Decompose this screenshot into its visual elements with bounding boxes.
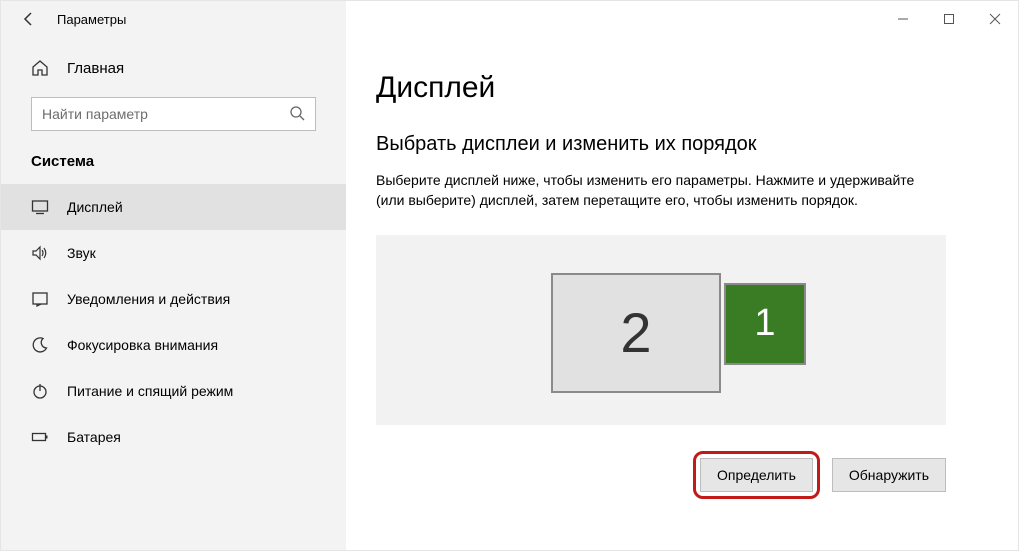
arrow-left-icon (20, 10, 38, 28)
monitor-1-label: 1 (754, 302, 775, 345)
minimize-icon (897, 13, 909, 25)
monitor-1[interactable]: 1 (724, 283, 806, 365)
close-icon (989, 13, 1001, 25)
content-area: Дисплей Выбрать дисплеи и изменить их по… (346, 37, 1018, 550)
back-button[interactable] (15, 5, 43, 33)
close-button[interactable] (972, 1, 1018, 37)
search-box[interactable] (31, 97, 316, 131)
section-heading: Выбрать дисплеи и изменить их порядок (376, 133, 994, 156)
search-icon (289, 105, 307, 123)
sidebar-item-label: Уведомления и действия (67, 291, 230, 307)
sidebar-item-label: Дисплей (67, 199, 123, 215)
monitor-2[interactable]: 2 (551, 273, 721, 393)
sidebar-item-label: Батарея (67, 429, 121, 445)
search-input[interactable] (42, 106, 289, 122)
highlight-ring: Определить (693, 451, 820, 499)
sidebar-item-home[interactable]: Главная (1, 49, 346, 87)
sidebar-item-focus[interactable]: Фокусировка внимания (1, 322, 346, 368)
display-arrangement-area[interactable]: 2 1 (376, 235, 946, 425)
battery-icon (31, 428, 49, 446)
sidebar-item-label: Звук (67, 245, 96, 261)
sidebar-item-battery[interactable]: Батарея (1, 414, 346, 460)
window-title: Параметры (57, 12, 126, 27)
home-icon (31, 59, 49, 77)
settings-window: Параметры Главная (0, 0, 1019, 551)
sidebar-item-power[interactable]: Питание и спящий режим (1, 368, 346, 414)
sound-icon (31, 244, 49, 262)
maximize-icon (943, 13, 955, 25)
sidebar: Главная Система (1, 37, 346, 550)
window-controls (880, 1, 1018, 37)
display-button-row: Определить Обнаружить (376, 451, 946, 499)
sidebar-item-label: Питание и спящий режим (67, 383, 233, 399)
power-icon (31, 382, 49, 400)
home-label: Главная (67, 60, 124, 77)
minimize-button[interactable] (880, 1, 926, 37)
detect-button[interactable]: Обнаружить (832, 458, 946, 492)
sidebar-nav-list: Дисплей Звук Уведомления и действия (1, 184, 346, 460)
sidebar-item-sound[interactable]: Звук (1, 230, 346, 276)
sidebar-item-notifications[interactable]: Уведомления и действия (1, 276, 346, 322)
maximize-button[interactable] (926, 1, 972, 37)
moon-icon (31, 336, 49, 354)
monitor-icon (31, 198, 49, 216)
titlebar: Параметры (1, 1, 346, 37)
section-description: Выберите дисплей ниже, чтобы изменить ег… (376, 170, 946, 211)
page-heading: Дисплей (376, 71, 994, 105)
notifications-icon (31, 290, 49, 308)
sidebar-section-label: Система (1, 131, 346, 184)
sidebar-item-display[interactable]: Дисплей (1, 184, 346, 230)
sidebar-item-label: Фокусировка внимания (67, 337, 218, 353)
monitor-2-label: 2 (620, 300, 651, 365)
identify-button[interactable]: Определить (700, 458, 813, 492)
